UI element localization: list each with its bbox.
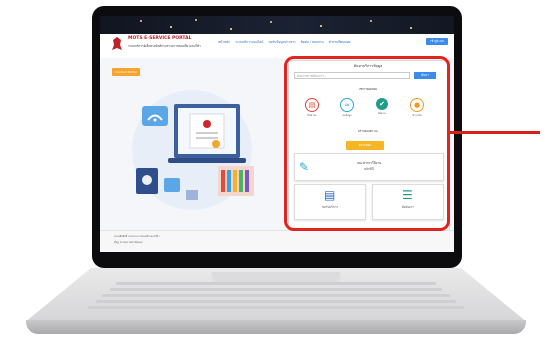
- keyboard-row: [110, 288, 442, 291]
- nav-item[interactable]: ระบบบริการออนไลน์: [235, 40, 263, 45]
- keyboard-row: [102, 294, 450, 297]
- garuda-logo-icon: [112, 37, 122, 50]
- laptop-base: [26, 268, 526, 338]
- hinge-notch: [212, 272, 340, 282]
- laptop-base-edge: [26, 320, 526, 334]
- keyboard-row: [88, 306, 464, 309]
- nav-item[interactable]: คำถามที่พบบ่อย: [329, 40, 351, 45]
- nav-item[interactable]: ติดต่อ / สอบถาม: [301, 40, 324, 45]
- nav-item[interactable]: หน้าหลัก: [218, 40, 230, 45]
- callout-line: [450, 131, 540, 134]
- hero-illustration-icon: [132, 90, 254, 210]
- keyboard-row: [96, 300, 456, 303]
- top-nav: หน้าหลัก ระบบบริการออนไลน์ ขอรับข้อมูลข่…: [218, 40, 350, 45]
- footer: สงวนลิขสิทธิ์ กระทรวงการท่องเที่ยวและกีฬ…: [100, 230, 454, 252]
- login-button[interactable]: เข้าสู่ระบบ: [426, 38, 448, 45]
- nav-item[interactable]: ขอรับข้อมูลข่าวสาร: [268, 40, 295, 45]
- highlight-frame: [284, 56, 450, 231]
- footer-line: ที่อยู่: 4 ถนนราชดำเนินนอก: [114, 241, 143, 244]
- brand-title: MOTS E-SERVICE PORTAL: [128, 36, 192, 41]
- brand-tagline: ระบบบริการอิเล็กทรอนิกส์กระทรวงการท่องเท…: [128, 44, 201, 48]
- keyboard-row: [116, 282, 436, 285]
- contact-portal-button[interactable]: Contact Portal: [112, 68, 140, 76]
- footer-line: สงวนลิขสิทธิ์ กระทรวงการท่องเที่ยวและกีฬ…: [114, 235, 160, 238]
